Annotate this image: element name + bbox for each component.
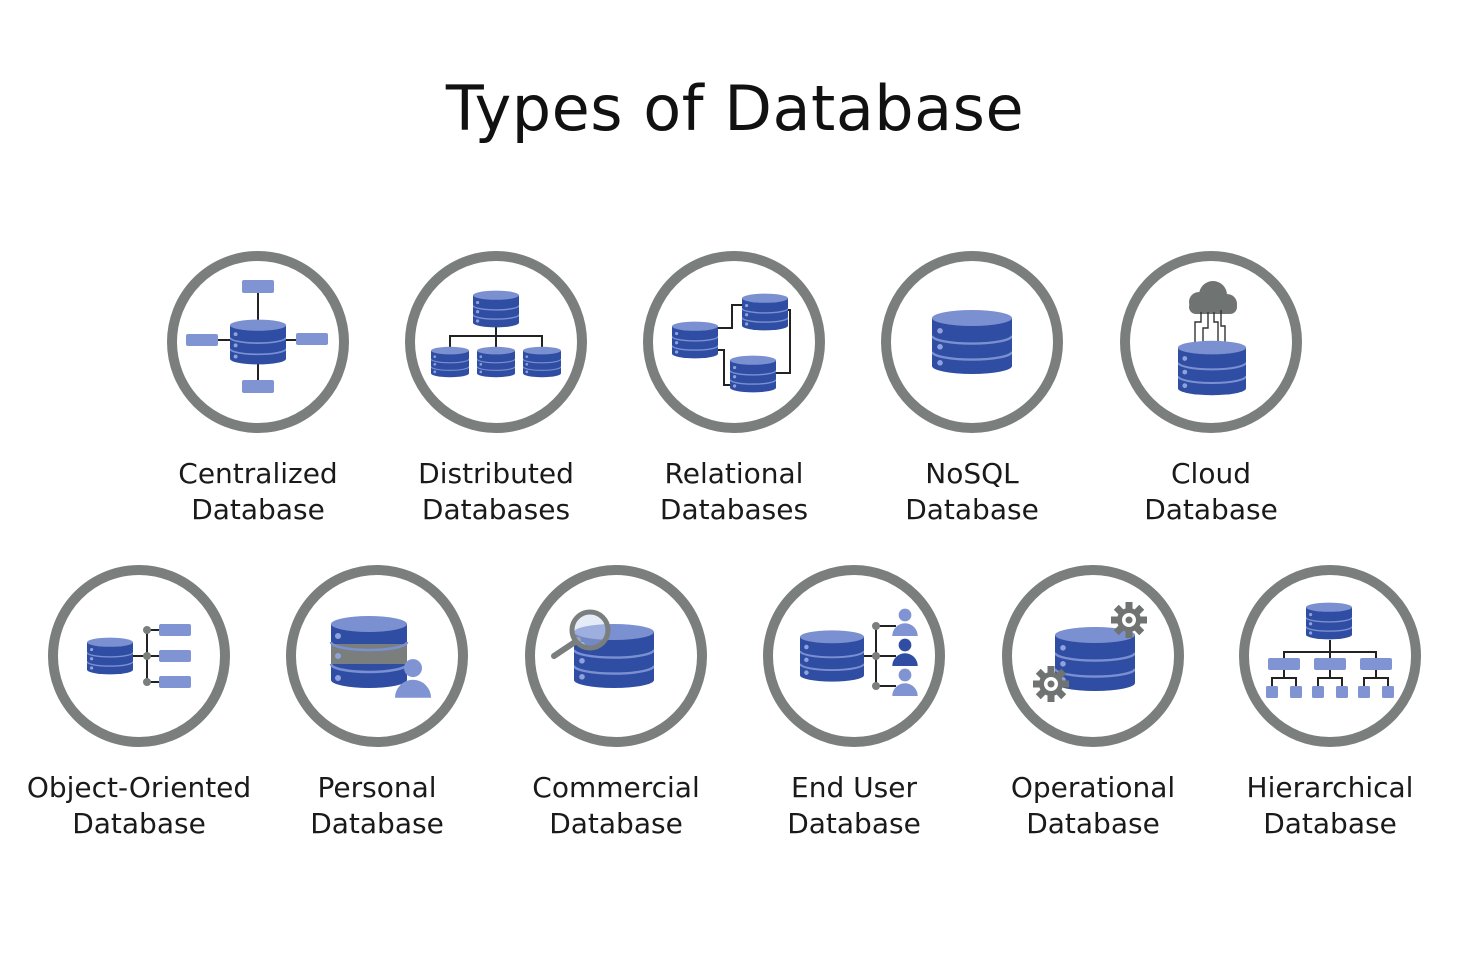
- cloud-database-icon: [1120, 251, 1302, 433]
- commercial-database-icon: [525, 565, 707, 747]
- database-type-label: Personal Database: [237, 770, 517, 842]
- hierarchical-database-icon: [1239, 565, 1421, 747]
- relational-databases-icon: [643, 251, 825, 433]
- page-title: Types of Database: [445, 72, 1025, 145]
- label-line1: NoSQL: [925, 457, 1019, 490]
- label-line2: Database: [310, 807, 444, 840]
- database-type-label: Cloud Database: [1071, 456, 1351, 528]
- label-line2: Database: [787, 807, 921, 840]
- label-line1: Personal: [317, 771, 437, 804]
- operational-database-icon: [1002, 565, 1184, 747]
- label-line1: End User: [791, 771, 917, 804]
- database-type-label: NoSQL Database: [832, 456, 1112, 528]
- end-user-database-icon: [763, 565, 945, 747]
- label-line1: Cloud: [1171, 457, 1251, 490]
- centralized-database-icon: [167, 251, 349, 433]
- label-line2: Database: [1144, 493, 1278, 526]
- database-type-label: End User Database: [714, 770, 994, 842]
- nosql-database-icon: [881, 251, 1063, 433]
- label-line1: Hierarchical: [1246, 771, 1414, 804]
- database-type-label: Hierarchical Database: [1190, 770, 1470, 842]
- object-oriented-database-icon: [48, 565, 230, 747]
- personal-database-icon: [286, 565, 468, 747]
- label-line2: Database: [1263, 807, 1397, 840]
- label-line2: Database: [905, 493, 1039, 526]
- distributed-databases-icon: [405, 251, 587, 433]
